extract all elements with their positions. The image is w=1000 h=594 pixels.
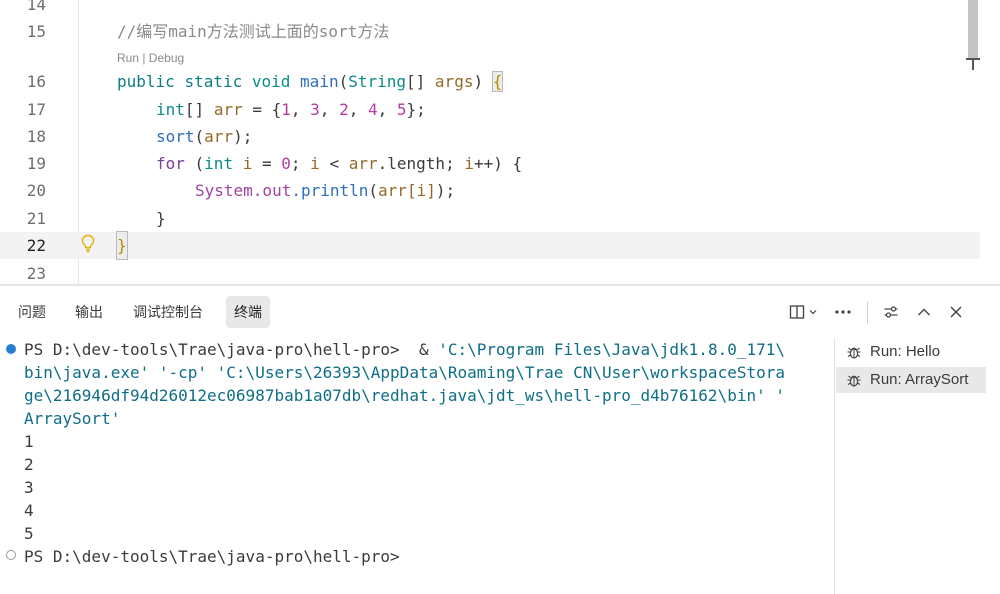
terminal-prompt: PS D:\dev-tools\Trae\java-pro\hell-pro> bbox=[24, 547, 400, 566]
sliders-icon bbox=[884, 306, 898, 318]
code-line[interactable]: 14 bbox=[0, 0, 980, 18]
close-panel-button[interactable] bbox=[946, 302, 966, 322]
lightbulb-icon[interactable] bbox=[80, 234, 96, 254]
code-text: } bbox=[116, 231, 128, 260]
terminal-line: 1 bbox=[24, 432, 34, 451]
code-line[interactable]: 17 int[] arr = {1, 3, 2, 4, 5}; bbox=[0, 96, 980, 123]
line-number: 20 bbox=[26, 181, 46, 200]
line-number: 19 bbox=[26, 154, 46, 173]
session-label: Run: ArraySort bbox=[870, 371, 969, 388]
ellipsis-icon bbox=[835, 310, 851, 314]
maximize-panel-button[interactable] bbox=[914, 302, 934, 322]
code-text: } bbox=[156, 209, 166, 228]
more-actions-button[interactable] bbox=[832, 302, 854, 322]
terminal-line: 5 bbox=[24, 524, 34, 543]
terminal-line: PS D:\dev-tools\Trae\java-pro\hell-pro> … bbox=[24, 340, 785, 359]
code-comment: //编写main方法测试上面的sort方法 bbox=[117, 22, 390, 41]
terminal-session-hello[interactable]: Run: Hello bbox=[836, 339, 986, 365]
tab-debug-console[interactable]: 调试控制台 bbox=[125, 296, 211, 328]
debug-bug-icon bbox=[847, 347, 861, 359]
panel-divider[interactable] bbox=[0, 284, 1000, 286]
code-line[interactable]: 16 public static void main(String[] args… bbox=[0, 68, 980, 95]
code-text: int[] arr = {1, 3, 2, 4, 5}; bbox=[156, 100, 426, 119]
code-line[interactable]: 23 bbox=[0, 260, 980, 284]
code-text: System.out.println(arr[i]); bbox=[195, 181, 456, 200]
code-line[interactable]: 20 System.out.println(arr[i]); bbox=[0, 177, 980, 204]
code-line[interactable]: 21 } bbox=[0, 205, 980, 232]
code-text: sort(arr); bbox=[156, 127, 253, 146]
tab-problems[interactable]: 问题 bbox=[10, 296, 54, 328]
tab-output[interactable]: 输出 bbox=[67, 296, 111, 328]
terminal-line: ArraySort' bbox=[24, 409, 121, 428]
line-number: 15 bbox=[26, 22, 46, 41]
editor-scrollbar[interactable] bbox=[968, 0, 978, 60]
chevron-down-icon bbox=[809, 310, 816, 315]
code-line[interactable]: 15 //编写main方法测试上面的sort方法 bbox=[0, 18, 980, 45]
close-icon bbox=[950, 306, 962, 318]
terminal-line: 3 bbox=[24, 478, 34, 497]
code-line[interactable]: 19 for (int i = 0; i < arr.length; i++) … bbox=[0, 150, 980, 177]
code-line-current[interactable]: 22 } bbox=[0, 231, 980, 260]
scrollbar-cursor-marker bbox=[972, 60, 974, 70]
code-line[interactable]: 18 sort(arr); bbox=[0, 123, 980, 150]
debug-bug-icon bbox=[847, 375, 861, 387]
line-number: 17 bbox=[26, 100, 46, 119]
terminal-list-divider[interactable] bbox=[834, 338, 835, 594]
codelens-run-debug[interactable]: Run | Debug bbox=[117, 48, 184, 68]
split-icon bbox=[789, 305, 804, 319]
line-number: 14 bbox=[26, 0, 46, 14]
split-terminal-button[interactable] bbox=[786, 302, 820, 322]
line-number: 16 bbox=[26, 72, 46, 91]
code-text: public static void main(String[] args) { bbox=[117, 71, 504, 92]
session-label: Run: Hello bbox=[870, 343, 941, 360]
command-success-indicator[interactable] bbox=[6, 344, 16, 354]
command-idle-indicator[interactable] bbox=[6, 550, 16, 560]
line-number: 18 bbox=[26, 127, 46, 146]
terminal-line: 4 bbox=[24, 501, 34, 520]
terminal-line: ge\216946df94d26012ec06987bab1a07db\redh… bbox=[24, 386, 785, 405]
chevron-up-icon bbox=[918, 308, 930, 316]
terminal-line: 2 bbox=[24, 455, 34, 474]
panel-settings-button[interactable] bbox=[881, 302, 901, 322]
code-text: for (int i = 0; i < arr.length; i++) { bbox=[156, 154, 523, 173]
terminal-output[interactable]: PS D:\dev-tools\Trae\java-pro\hell-pro> … bbox=[0, 338, 834, 594]
terminal-line: bin\java.exe' '-cp' 'C:\Users\26393\AppD… bbox=[24, 363, 785, 382]
line-number: 23 bbox=[26, 264, 46, 283]
code-editor[interactable]: 14 15 //编写main方法测试上面的sort方法 Run | Debug … bbox=[0, 0, 1000, 284]
line-number: 21 bbox=[26, 209, 46, 228]
line-number: 22 bbox=[26, 236, 46, 255]
tab-terminal[interactable]: 终端 bbox=[226, 296, 270, 328]
terminal-session-arraysort[interactable]: Run: ArraySort bbox=[836, 367, 986, 393]
toolbar-separator bbox=[867, 302, 868, 324]
